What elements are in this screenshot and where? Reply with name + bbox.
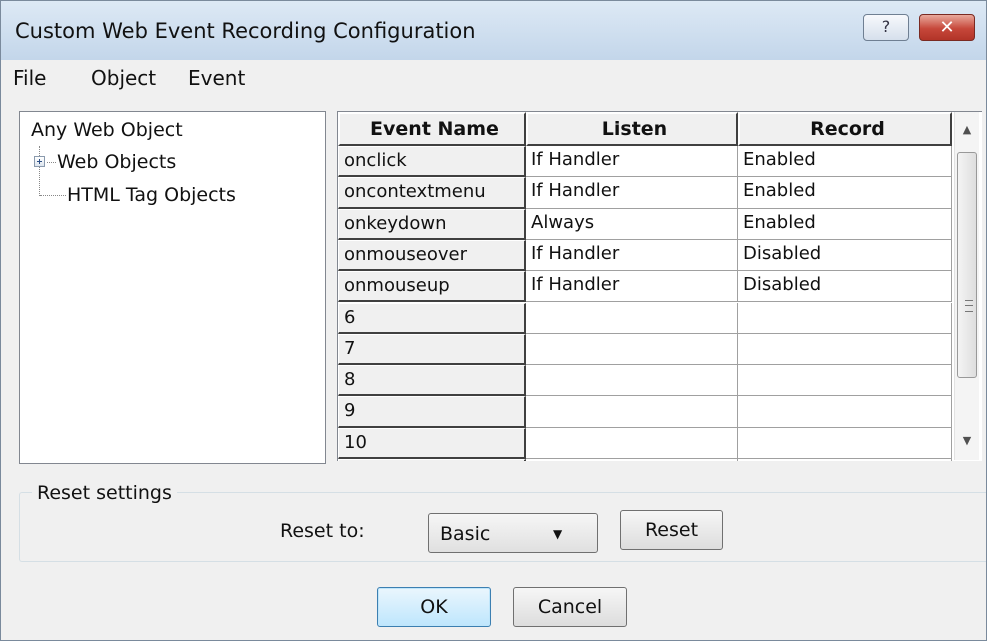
grid-cell[interactable] xyxy=(738,365,952,397)
grid-cell[interactable] xyxy=(526,365,738,397)
menu-bar: File Object Event xyxy=(1,60,986,94)
grid-cell[interactable]: If Handler xyxy=(526,177,738,209)
help-button[interactable]: ? xyxy=(863,14,909,41)
grid-cell[interactable]: If Handler xyxy=(526,146,738,178)
grid-row-header[interactable]: oncontextmenu xyxy=(338,177,526,209)
reset-button[interactable]: Reset xyxy=(620,510,723,550)
grid-cell[interactable] xyxy=(738,396,952,428)
grid-cell[interactable] xyxy=(526,302,738,334)
grid-cell[interactable]: If Handler xyxy=(526,239,738,272)
grid-cell[interactable]: Enabled xyxy=(738,146,952,178)
grid-cell[interactable] xyxy=(526,333,738,366)
tree-connector-line xyxy=(47,162,56,163)
grid-row-header[interactable]: onmouseover xyxy=(338,239,526,272)
grid-cell[interactable] xyxy=(526,459,738,461)
dialog-window: Custom Web Event Recording Configuration… xyxy=(0,0,987,641)
grid-header-event-name[interactable]: Event Name xyxy=(338,112,526,146)
grid-cell[interactable]: Always xyxy=(526,208,738,240)
window-title: Custom Web Event Recording Configuration xyxy=(15,19,476,43)
events-grid[interactable]: Event Name Listen Record onclick If Handler E… xyxy=(337,111,982,461)
reset-to-label: Reset to: xyxy=(280,520,365,542)
grid-row-header[interactable]: onkeydown xyxy=(338,208,526,240)
grid-row-header[interactable]: 8 xyxy=(338,365,526,397)
grid-cell[interactable] xyxy=(738,459,952,461)
grid-cell[interactable]: If Handler xyxy=(526,271,738,303)
grid-row-header[interactable]: 9 xyxy=(338,396,526,428)
reset-settings-title: Reset settings xyxy=(32,482,177,504)
reset-to-value: Basic xyxy=(440,523,491,545)
grid-cell[interactable]: Disabled xyxy=(738,239,952,272)
title-bar: Custom Web Event Recording Configuration… xyxy=(1,1,986,61)
menu-file[interactable]: File xyxy=(13,66,46,90)
grid-cell[interactable] xyxy=(526,396,738,428)
grid-cell[interactable]: Disabled xyxy=(738,271,952,303)
close-button[interactable]: ✕ xyxy=(919,14,975,41)
grid-row-header[interactable]: 6 xyxy=(338,302,526,334)
grid-cell[interactable] xyxy=(738,333,952,366)
scroll-up-arrow-icon[interactable]: ▲ xyxy=(955,123,979,136)
grid-row-header[interactable]: 11 xyxy=(338,459,526,461)
grid-row-header[interactable]: onclick xyxy=(338,146,526,178)
grid-cell[interactable] xyxy=(738,302,952,334)
dropdown-arrow-icon: ▼ xyxy=(553,527,563,541)
grip-icon xyxy=(965,300,973,312)
grid-header-record[interactable]: Record xyxy=(738,112,952,146)
grid-row-header[interactable]: onmouseup xyxy=(338,271,526,303)
grid-cell[interactable]: Enabled xyxy=(738,208,952,240)
expand-plus-icon[interactable] xyxy=(34,156,45,167)
ok-button[interactable]: OK xyxy=(377,587,491,627)
reset-to-dropdown[interactable]: Basic ▼ xyxy=(428,513,598,553)
menu-object[interactable]: Object xyxy=(91,66,156,90)
cancel-button[interactable]: Cancel xyxy=(513,587,627,627)
scroll-thumb[interactable] xyxy=(957,152,977,378)
grid-row-header[interactable]: 10 xyxy=(338,427,526,459)
tree-item-any-web-object[interactable]: Any Web Object xyxy=(31,119,183,141)
menu-event[interactable]: Event xyxy=(188,66,245,90)
grid-header-listen[interactable]: Listen xyxy=(526,112,738,146)
object-tree[interactable]: Any Web Object Web Objects HTML Tag Obje… xyxy=(19,111,326,464)
tree-connector-line xyxy=(39,146,40,196)
tree-connector-line xyxy=(40,195,66,196)
scroll-down-arrow-icon[interactable]: ▼ xyxy=(955,434,979,447)
grid-cell[interactable]: Enabled xyxy=(738,177,952,209)
tree-item-html-tag-objects[interactable]: HTML Tag Objects xyxy=(67,184,236,206)
grid-cell[interactable] xyxy=(738,427,952,459)
grid-cell[interactable] xyxy=(526,427,738,459)
grid-vertical-scrollbar[interactable]: ▲ ▼ xyxy=(954,112,979,460)
grid-row-header[interactable]: 7 xyxy=(338,333,526,366)
tree-item-web-objects[interactable]: Web Objects xyxy=(57,151,176,173)
